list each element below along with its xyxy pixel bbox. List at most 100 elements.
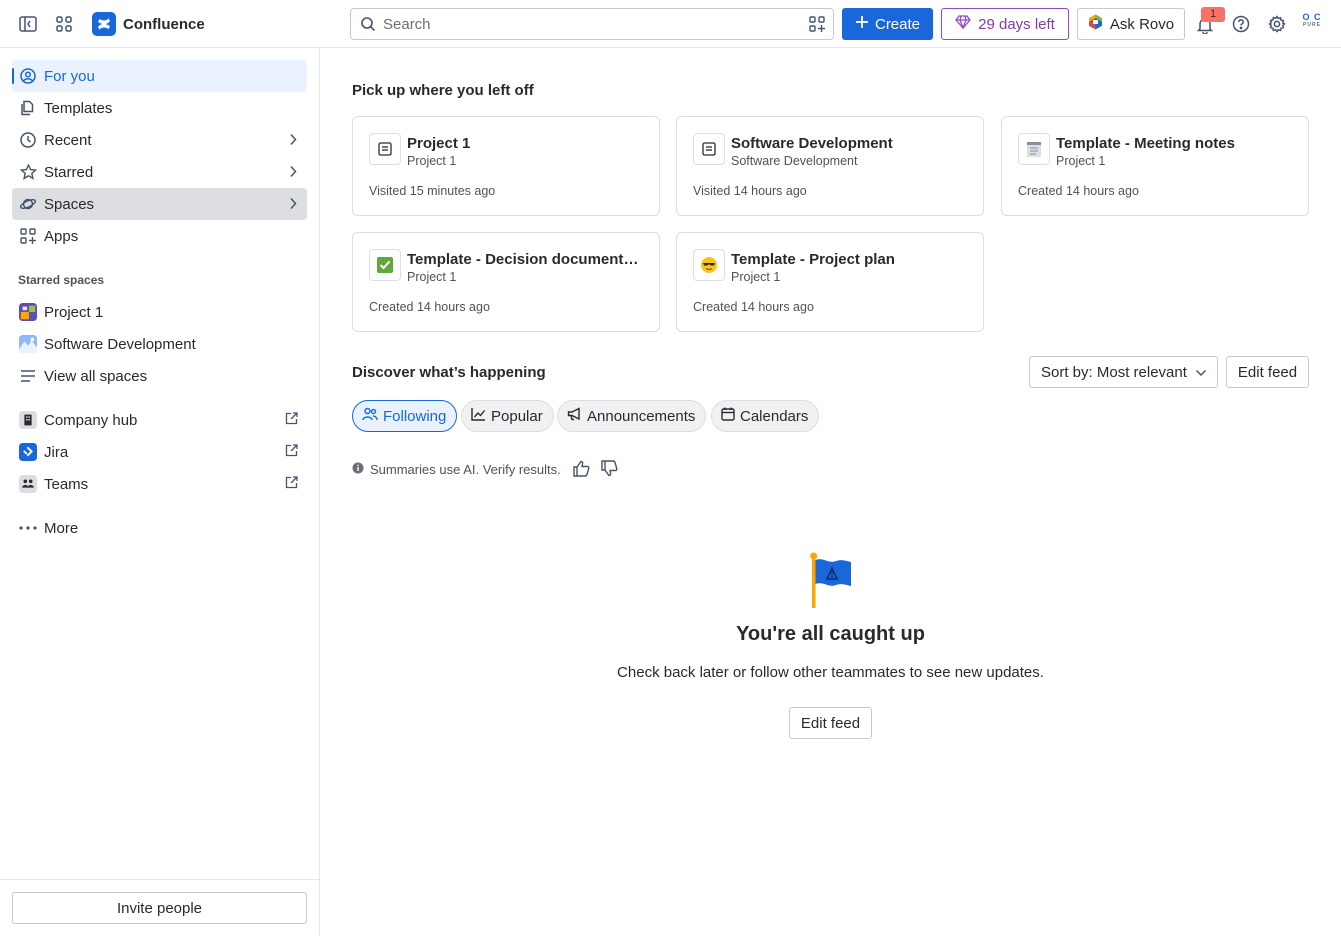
apps-grid-icon: [19, 227, 37, 245]
filter-announcements[interactable]: Announcements: [557, 400, 707, 432]
user-avatar[interactable]: O C PURE: [1300, 13, 1324, 35]
card-meta: Created 14 hours ago: [1018, 184, 1139, 198]
trending-chart-icon: [471, 407, 486, 425]
help-icon[interactable]: [1231, 14, 1251, 34]
card-title: Template - Meeting notes: [1056, 135, 1235, 152]
sidebar-item-teams[interactable]: Teams: [12, 468, 307, 500]
trial-label: 29 days left: [978, 15, 1055, 33]
recent-card[interactable]: Project 1 Project 1 Visited 15 minutes a…: [352, 116, 660, 216]
ask-rovo-button[interactable]: Ask Rovo: [1077, 8, 1185, 40]
sort-label: Sort by: Most relevant: [1041, 363, 1187, 381]
trial-button[interactable]: 29 days left: [941, 8, 1069, 40]
thumbs-up-icon[interactable]: [572, 460, 590, 480]
clock-icon: [19, 131, 37, 149]
filter-calendars[interactable]: Calendars: [711, 400, 820, 432]
rovo-label: Ask Rovo: [1109, 15, 1175, 33]
ai-note-text: Summaries use AI. Verify results.: [370, 462, 561, 477]
card-title: Project 1: [407, 135, 471, 152]
list-icon: [19, 367, 37, 385]
recent-card[interactable]: Template - Project plan Project 1 Create…: [676, 232, 984, 332]
empty-state-subtitle-text: Check back later or follow other teammat…: [617, 664, 1044, 681]
create-label: Create: [874, 15, 921, 33]
sidebar-item-starred[interactable]: Starred: [12, 156, 307, 188]
sidebar-item-company-hub[interactable]: Company hub: [12, 404, 307, 436]
confluence-logo[interactable]: Confluence: [92, 12, 205, 36]
chevron-right-icon[interactable]: [289, 165, 297, 182]
active-indicator: [12, 68, 14, 84]
filter-label: Popular: [491, 407, 543, 425]
sidebar-item-label: Project 1: [44, 303, 104, 321]
jira-icon: [19, 443, 37, 461]
filter-popular[interactable]: Popular: [461, 400, 554, 432]
sidebar-space-project-1[interactable]: Project 1: [12, 296, 307, 328]
sort-dropdown[interactable]: Sort by: Most relevant: [1029, 356, 1218, 388]
sidebar-footer: Invite people: [0, 879, 319, 936]
sidebar-toggle-icon[interactable]: [18, 14, 38, 34]
sidebar-item-spaces[interactable]: Spaces: [12, 188, 307, 220]
notification-badge: 1: [1201, 7, 1225, 22]
user-circle-icon: [19, 67, 37, 85]
app-switcher-icon[interactable]: [54, 14, 74, 34]
empty-state-subtitle: Check back later or follow other teammat…: [0, 664, 1341, 681]
external-link-icon: [285, 444, 298, 461]
software-development-space-icon: [19, 335, 37, 353]
sidebar-item-label: Spaces: [44, 195, 95, 213]
create-button[interactable]: Create: [842, 8, 933, 40]
sidebar-item-label: View all spaces: [44, 367, 148, 385]
edit-feed-button[interactable]: Edit feed: [1226, 356, 1309, 388]
sidebar-item-apps[interactable]: Apps: [12, 220, 307, 252]
app-name: Confluence: [123, 15, 205, 33]
calendar-icon: [721, 407, 735, 425]
discover-section-title: Discover what’s happening: [352, 364, 546, 381]
more-dots-icon: [19, 519, 37, 537]
chevron-right-icon[interactable]: [289, 133, 297, 150]
sidebar-item-jira[interactable]: Jira: [12, 436, 307, 468]
sidebar-item-label: Jira: [44, 443, 69, 461]
sidebar-item-label: More: [44, 519, 79, 537]
sunglasses-icon: [693, 249, 725, 281]
recent-card[interactable]: Software Development Software Developmen…: [676, 116, 984, 216]
sidebar-item-label: Software Development: [44, 335, 196, 353]
card-title: Software Development: [731, 135, 893, 152]
sidebar-view-all-spaces[interactable]: View all spaces: [12, 360, 307, 392]
filter-following[interactable]: Following: [352, 400, 458, 432]
sidebar-item-recent[interactable]: Recent: [12, 124, 307, 156]
rovo-icon: [1088, 14, 1103, 34]
thumbs-down-icon[interactable]: [600, 460, 618, 480]
search-input[interactable]: Search: [350, 8, 834, 40]
card-meta: Created 14 hours ago: [693, 300, 814, 314]
people-icon: [362, 407, 378, 425]
sidebar-item-label: For you: [44, 67, 95, 85]
recent-card[interactable]: Template - Meeting notes Project 1 Creat…: [1001, 116, 1309, 216]
starred-spaces-heading: Starred spaces: [18, 273, 105, 287]
notepad-icon: [1018, 133, 1050, 165]
avatar-subtext: PURE: [1303, 22, 1321, 28]
chevron-right-icon[interactable]: [289, 197, 297, 214]
sidebar-item-label: Starred: [44, 163, 94, 181]
confluence-logo-icon: [92, 12, 116, 36]
teams-icon: [19, 475, 37, 493]
top-navigation: Confluence Search Create 29 days left As…: [0, 0, 1341, 48]
sidebar-item-templates[interactable]: Templates: [12, 92, 307, 124]
empty-state-title-text: You're all caught up: [736, 623, 925, 645]
sidebar-item-for-you[interactable]: For you: [12, 60, 307, 92]
sidebar-item-more[interactable]: More: [12, 512, 307, 544]
recent-card[interactable]: Template - Decision documenta... Project…: [352, 232, 660, 332]
search-filter-icon[interactable]: [809, 16, 825, 36]
card-space: Software Development: [731, 154, 858, 168]
star-icon: [19, 163, 37, 181]
sidebar-space-software-development[interactable]: Software Development: [12, 328, 307, 360]
card-space: Project 1: [1056, 154, 1106, 168]
avatar-initials: O C: [1302, 12, 1322, 22]
empty-state-edit-feed-button[interactable]: Edit feed: [789, 707, 872, 739]
invite-people-button[interactable]: Invite people: [12, 892, 307, 924]
search-placeholder: Search: [383, 15, 431, 33]
filter-label: Announcements: [587, 407, 696, 425]
sidebar-item-label: Recent: [44, 131, 92, 149]
page-icon: [693, 133, 725, 165]
spaces-planet-icon: [19, 195, 37, 213]
settings-gear-icon[interactable]: [1267, 14, 1287, 34]
templates-icon: [19, 99, 37, 117]
card-space: Project 1: [731, 270, 781, 284]
sidebar-item-label: Apps: [44, 227, 79, 245]
